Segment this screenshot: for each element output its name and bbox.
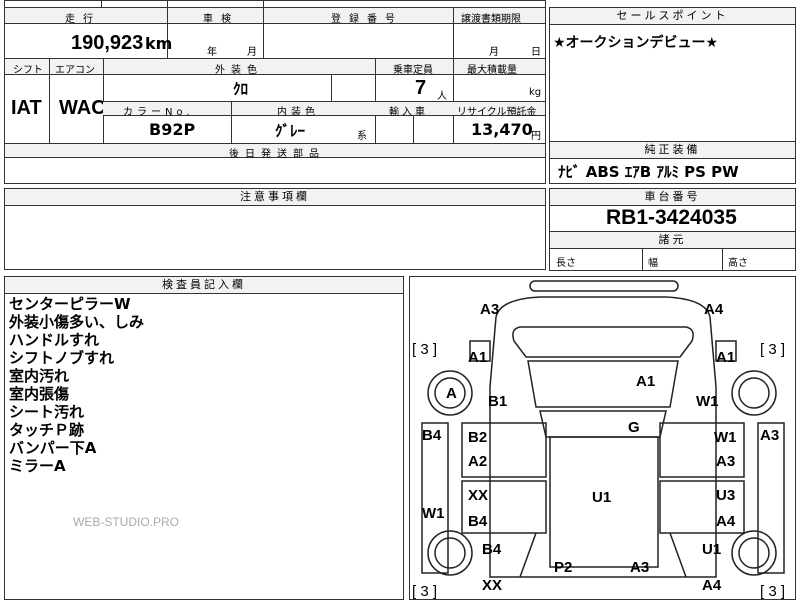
damage-label: B4 [482, 541, 502, 558]
summary-table: 走行 車検 登録番号 譲渡書類期限 190,923 km 年 月 月 日 シフト… [4, 0, 546, 184]
chassis-header: 車台番号 [550, 189, 795, 206]
recycle-unit: 円 [531, 131, 541, 142]
header-exterior: 外装色 [215, 65, 263, 76]
recycle-value: 13,470 [471, 120, 533, 139]
caution-box: 注意事項欄 [4, 188, 546, 270]
header-import: 輸入車 [389, 107, 428, 118]
inspector-box: 検査員記入欄 センターピラーW 外装小傷多い、しみ ハンドルすれ シフトノブすれ… [4, 276, 404, 600]
header-mileage: 走行 [65, 14, 101, 25]
dimensions-box: 諸元 長さ 幅 高さ [549, 231, 796, 271]
chassis-box: 車台番号 RB1-3424035 [549, 188, 796, 232]
inspector-header: 検査員記入欄 [5, 277, 403, 294]
header-recycle: リサイクル預託金 [457, 107, 537, 118]
damage-label: A4 [702, 577, 722, 594]
header-transfer: 譲渡書類期限 [461, 14, 521, 25]
header-max-load: 最大積載量 [467, 65, 517, 76]
note-line: 室内張傷 [9, 385, 70, 403]
damage-label: B4 [468, 513, 488, 530]
header-registration: 登録番号 [331, 14, 403, 25]
note-line: ハンドルすれ [9, 331, 100, 349]
damage-label: A4 [704, 301, 724, 318]
damage-label: XX [468, 487, 489, 504]
sales-point-text: ★オークションデビュー★ [553, 35, 719, 51]
damage-label: U3 [716, 487, 736, 504]
damage-label: U1 [592, 489, 612, 506]
caution-header: 注意事項欄 [5, 189, 545, 206]
damage-label: [ 3 ] [412, 583, 438, 600]
capacity-unit: 人 [437, 91, 447, 102]
capacity-value: 7 [415, 77, 427, 99]
transfer-day: 日 [531, 47, 541, 58]
color-no-value: B92P [149, 120, 196, 139]
header-accessories: 後日発送部品 [229, 149, 325, 160]
header-capacity: 乗車定員 [393, 65, 433, 76]
damage-label: W1 [714, 429, 737, 446]
damage-label: A1 [636, 373, 656, 390]
equipment-header: 純正装備 [550, 142, 795, 159]
inspector-notes: センターピラーW 外装小傷多い、しみ ハンドルすれ シフトノブすれ 室内汚れ 室… [9, 295, 144, 475]
mileage-value: 190,923 [71, 32, 144, 54]
damage-label: A2 [468, 453, 488, 470]
damage-label: A3 [760, 427, 780, 444]
note-line: タッチＰ跡 [9, 421, 85, 439]
damage-label: W1 [696, 393, 719, 410]
damage-label: B2 [468, 429, 488, 446]
damage-label: W1 [422, 505, 445, 522]
note-line: 外装小傷多い、しみ [9, 313, 145, 331]
damage-label: A3 [716, 453, 736, 470]
chassis-value: RB1-3424035 [606, 206, 737, 229]
header-shift: シフト [13, 65, 43, 76]
damage-label: P2 [554, 559, 573, 576]
shift-value: IAT [11, 97, 42, 119]
header-color-no: カラーNo. [123, 107, 194, 118]
note-line: ミラーA [9, 457, 66, 475]
inspection-month: 月 [247, 47, 257, 58]
dimension-height: 高さ [728, 258, 748, 269]
damage-label: B1 [488, 393, 508, 410]
damage-label: A4 [716, 513, 736, 530]
dimensions-header: 諸元 [550, 232, 795, 249]
equipment-text: ﾅﾋﾞ ABS ｴｱB ｱﾙﾐ PS PW [558, 163, 739, 181]
sales-point-header: セールスポイント [550, 8, 795, 25]
sales-point-box: セールスポイント ★オークションデビュー★ [549, 7, 796, 157]
damage-label: [ 3 ] [412, 341, 438, 358]
inspection-year: 年 [207, 47, 217, 58]
max-load-unit: kg [529, 87, 542, 98]
damage-label: A3 [630, 559, 650, 576]
note-line: バンパー下A [9, 439, 97, 457]
damage-label: A3 [480, 301, 500, 318]
header-interior: 内装色 [277, 107, 319, 118]
damage-label: G [628, 419, 640, 436]
watermark: WEB-STUDIO.PRO [73, 515, 180, 529]
note-line: シフトノブすれ [9, 349, 115, 367]
damage-label: [ 3 ] [760, 341, 786, 358]
transfer-month: 月 [489, 47, 499, 58]
note-line: シート汚れ [9, 403, 85, 421]
car-diagram-box: A3 A4 [ 3 ] [ 3 ] A1 A1 A A1 B1 W1 B4 B2… [409, 276, 796, 600]
note-line: 室内汚れ [9, 367, 70, 385]
damage-label: B4 [422, 427, 442, 444]
damage-label: [ 3 ] [760, 583, 786, 600]
header-aircon: エアコン [55, 65, 95, 76]
note-line: センターピラーW [9, 295, 131, 313]
damage-label: U1 [702, 541, 722, 558]
dimension-length: 長さ [556, 258, 576, 269]
header-inspection: 車検 [203, 14, 239, 25]
dimension-width: 幅 [648, 258, 658, 269]
equipment-box: 純正装備 ﾅﾋﾞ ABS ｴｱB ｱﾙﾐ PS PW [549, 141, 796, 184]
damage-label: A1 [468, 349, 488, 366]
damage-label: A [446, 385, 457, 402]
interior-value: ｸﾞﾚｰ [275, 122, 306, 140]
exterior-value: ｸﾛ [233, 80, 249, 98]
damage-label: XX [482, 577, 503, 594]
mileage-unit: km [145, 34, 173, 53]
aircon-value: WAC [59, 97, 106, 119]
damage-label: A1 [716, 349, 736, 366]
interior-suffix: 系 [357, 131, 367, 142]
